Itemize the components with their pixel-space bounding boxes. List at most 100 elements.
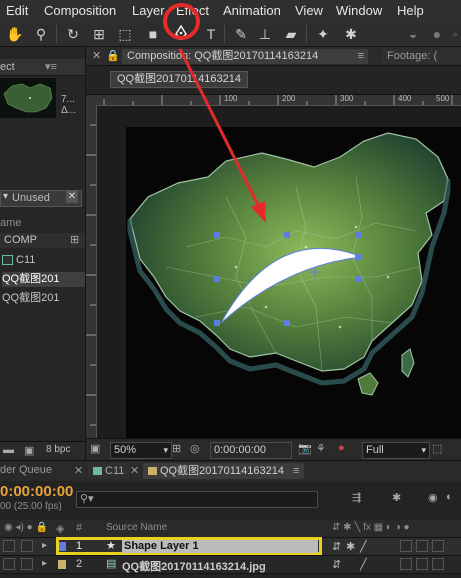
magnification-dropdown[interactable]: 50% ▾ (110, 442, 172, 459)
switch-box[interactable] (432, 540, 444, 552)
snapping-icon[interactable]: ◒ (404, 25, 422, 43)
zoom-tool-icon[interactable]: ⚲ (32, 25, 50, 43)
timeline-current-time[interactable]: 0:00:00:00 (0, 483, 73, 500)
tab-c11[interactable]: C11 (88, 463, 130, 479)
motion-blur-icon[interactable]: ◉ (428, 491, 438, 504)
switch-box[interactable] (400, 558, 412, 570)
comp-timecode: 0:00:00:00 (214, 444, 266, 456)
region-of-interest-icon[interactable]: ⬚ (432, 442, 442, 455)
project-item-selected[interactable]: QQ截图201 (2, 272, 85, 287)
shape-layer-star-icon: ★ (106, 540, 116, 552)
tab-render-queue[interactable]: der Queue (0, 464, 52, 476)
layer-number: 2 (76, 558, 83, 570)
project-item-label: COMP (4, 234, 37, 246)
shy-switch-icon[interactable]: ⇵ (332, 540, 341, 553)
close-icon[interactable]: ✕ (74, 464, 83, 477)
project-item[interactable]: COMP ⊞ (0, 233, 85, 248)
project-item[interactable]: C11 (2, 253, 85, 268)
toolbar-divider (306, 25, 307, 43)
mask-shape-tool-icon[interactable]: ■ (144, 25, 162, 43)
menu-view[interactable]: View (295, 3, 323, 18)
show-snapshot-icon[interactable]: ⚘ (316, 442, 326, 455)
shy-switch-icon[interactable]: ⇵ (332, 558, 341, 571)
layer-name[interactable]: QQ截图20170114163214.jpg (122, 558, 266, 574)
column-source-name[interactable]: Source Name (106, 522, 167, 533)
frame-rate-label: 00 (25.00 fps) (0, 501, 62, 512)
expand-arrow-icon[interactable]: ▸ (42, 540, 47, 551)
menu-edit[interactable]: Edit (6, 3, 28, 18)
mask-visibility-icon[interactable]: ◎ (190, 442, 200, 455)
current-time-field[interactable]: 0:00:00:00 (210, 442, 292, 459)
graph-editor-icon[interactable]: ◐ (446, 491, 453, 503)
dropdown-arrow-icon: ▾ (163, 445, 168, 455)
solo-toggle-icon[interactable] (21, 558, 33, 570)
zoom-value: 50% (114, 444, 137, 456)
video-toggle-icon[interactable] (3, 540, 15, 552)
footage-file-icon: ▤ (106, 558, 117, 570)
composition-viewer-controls: ▣ 50% ▾ ⊞ ◎ 0:00:00:00 📷 ⚘ ● Full ▾ ⬚ (86, 438, 461, 461)
tools-panel: ✋ ⚲ ↻ ⊞ ⬚ ■ T ✎ ⊥ ▰ ✦ ✱ ◒ ● ◦ (0, 22, 461, 47)
switch-box[interactable] (432, 558, 444, 570)
layer-name[interactable]: Shape Layer 1 (122, 540, 318, 553)
clone-stamp-tool-icon[interactable]: ⊥ (256, 25, 274, 43)
quality-switch-icon[interactable]: ╱ (360, 558, 367, 571)
switches-header-icons: ⇵ ✱ ╲ fx ▦ ◐ ◑ ● (332, 522, 410, 533)
project-item[interactable]: QQ截图201 (2, 291, 85, 306)
puppet-pin-tool-icon[interactable]: ✱ (342, 25, 360, 43)
dropdown-arrow-icon: ▾ (3, 191, 9, 202)
tab-label: C11 (105, 465, 125, 477)
rotate-tool-icon[interactable]: ↻ (64, 25, 82, 43)
type-tool-icon[interactable]: T (202, 25, 220, 43)
always-preview-icon[interactable]: ▣ (90, 442, 100, 455)
channel-icon[interactable]: ● (338, 442, 345, 454)
switch-box[interactable] (416, 540, 428, 552)
layer-search-input[interactable]: ⚲▾ (76, 491, 318, 508)
menu-layer[interactable]: Layer (132, 3, 165, 18)
camera-tool-icon[interactable]: ⊞ (90, 25, 108, 43)
menu-help[interactable]: Help (397, 3, 424, 18)
tab-qq-composition[interactable]: QQ截图20170114163214 ≡ (143, 463, 305, 479)
switch-box[interactable] (416, 558, 428, 570)
search-icon: ⚲▾ (80, 493, 94, 505)
label-column-icon: ◈ (56, 523, 65, 535)
project-tab[interactable]: ect ▾≡ (0, 59, 85, 76)
new-comp-icon[interactable]: ▣ (24, 444, 34, 457)
expand-arrow-icon[interactable]: ▸ (42, 558, 47, 569)
comp-mini-flowchart-icon[interactable]: ⇶ (352, 491, 361, 504)
brush-tool-icon[interactable]: ✎ (232, 25, 250, 43)
roto-brush-tool-icon[interactable]: ✦ (314, 25, 332, 43)
quality-switch-icon[interactable]: ╱ (360, 540, 367, 553)
project-filter-dropdown[interactable]: ▾ Unused ✕ (0, 190, 82, 207)
thumbnail-info-line: Δ... (61, 105, 77, 116)
thumbnail-map-image (3, 83, 53, 113)
snapshot-camera-icon[interactable]: 📷 (298, 442, 312, 455)
layer-row[interactable]: ▸ 1 ★ Shape Layer 1 ⇵ ✱ ╱ (0, 537, 461, 556)
panel-menu-icon[interactable]: ▾≡ (45, 59, 57, 75)
menu-composition[interactable]: Composition (44, 3, 116, 18)
hand-tool-icon[interactable]: ✋ (6, 25, 24, 43)
folder-icon[interactable]: ▬ (3, 444, 14, 456)
project-panel-footer: ▬ ▣ 8 bpc (0, 441, 85, 461)
resolution-dropdown[interactable]: Full ▾ (362, 442, 430, 459)
menu-animation[interactable]: Animation (223, 3, 281, 18)
dot-icon: ◦ (452, 26, 458, 42)
grid-guides-icon[interactable]: ⊞ (172, 442, 181, 455)
project-item-label: C11 (16, 254, 36, 266)
layer-row[interactable]: ▸ 2 ▤ QQ截图20170114163214.jpg ⇵ ╱ (0, 556, 461, 574)
video-toggle-icon[interactable] (3, 558, 15, 570)
switch-box[interactable] (400, 540, 412, 552)
pan-behind-tool-icon[interactable]: ⬚ (116, 25, 134, 43)
filter-value: Unused (12, 192, 50, 204)
hierarchy-icon: ⊞ (70, 234, 80, 246)
clear-filter-icon[interactable]: ✕ (66, 190, 78, 203)
bit-depth-label[interactable]: 8 bpc (46, 444, 70, 455)
label-color-chip[interactable] (58, 560, 66, 569)
close-icon[interactable]: ✕ (130, 464, 139, 477)
composition-color-chip (93, 467, 102, 476)
draft-3d-icon[interactable]: ✱ (392, 491, 401, 504)
collapse-switch-icon[interactable]: ✱ (346, 540, 355, 553)
menu-window[interactable]: Window (336, 3, 382, 18)
panel-menu-icon[interactable]: ≡ (293, 465, 299, 477)
solo-toggle-icon[interactable] (21, 540, 33, 552)
eraser-tool-icon[interactable]: ▰ (282, 25, 300, 43)
